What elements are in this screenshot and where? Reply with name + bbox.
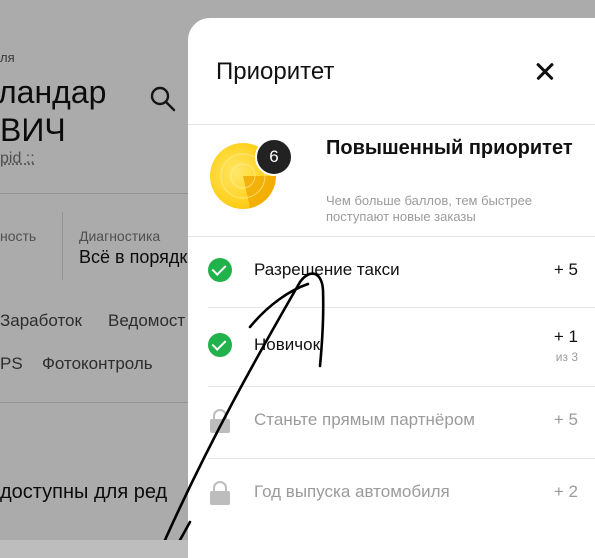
priority-item-newbie[interactable]: Новичок + 1 из 3 [188, 308, 595, 386]
item-label: Новичок [254, 335, 321, 354]
level-title: Повышенный приоритет [326, 137, 573, 159]
sheet-title: Приоритет [216, 58, 335, 85]
lock-icon [210, 481, 230, 505]
priority-item-taxi-license[interactable]: Разрешение такси + 5 [188, 237, 595, 307]
close-icon[interactable] [526, 52, 564, 90]
check-icon [208, 258, 232, 282]
item-points: + 5 [553, 410, 578, 429]
divider [188, 124, 595, 125]
item-label: Год выпуска автомобиля [254, 482, 450, 501]
priority-item-direct-partner[interactable]: Станьте прямым партнёром + 5 [188, 387, 595, 457]
item-points: + 1 [553, 327, 578, 346]
level-badge: 6 [255, 138, 293, 176]
item-points: + 5 [553, 260, 578, 279]
avito-logo-icon [486, 500, 512, 526]
check-icon [208, 333, 232, 357]
level-description: Чем больше баллов, тем быстрее поступают… [326, 193, 533, 224]
item-label: Станьте прямым партнёром [254, 410, 475, 429]
watermark: Avito [516, 496, 571, 521]
item-label: Разрешение такси [254, 260, 400, 279]
item-progress: из 3 [555, 350, 578, 364]
lock-icon [210, 409, 230, 433]
priority-sheet: Приоритет 6 Повышенный приоритет Чем бол… [188, 18, 595, 558]
